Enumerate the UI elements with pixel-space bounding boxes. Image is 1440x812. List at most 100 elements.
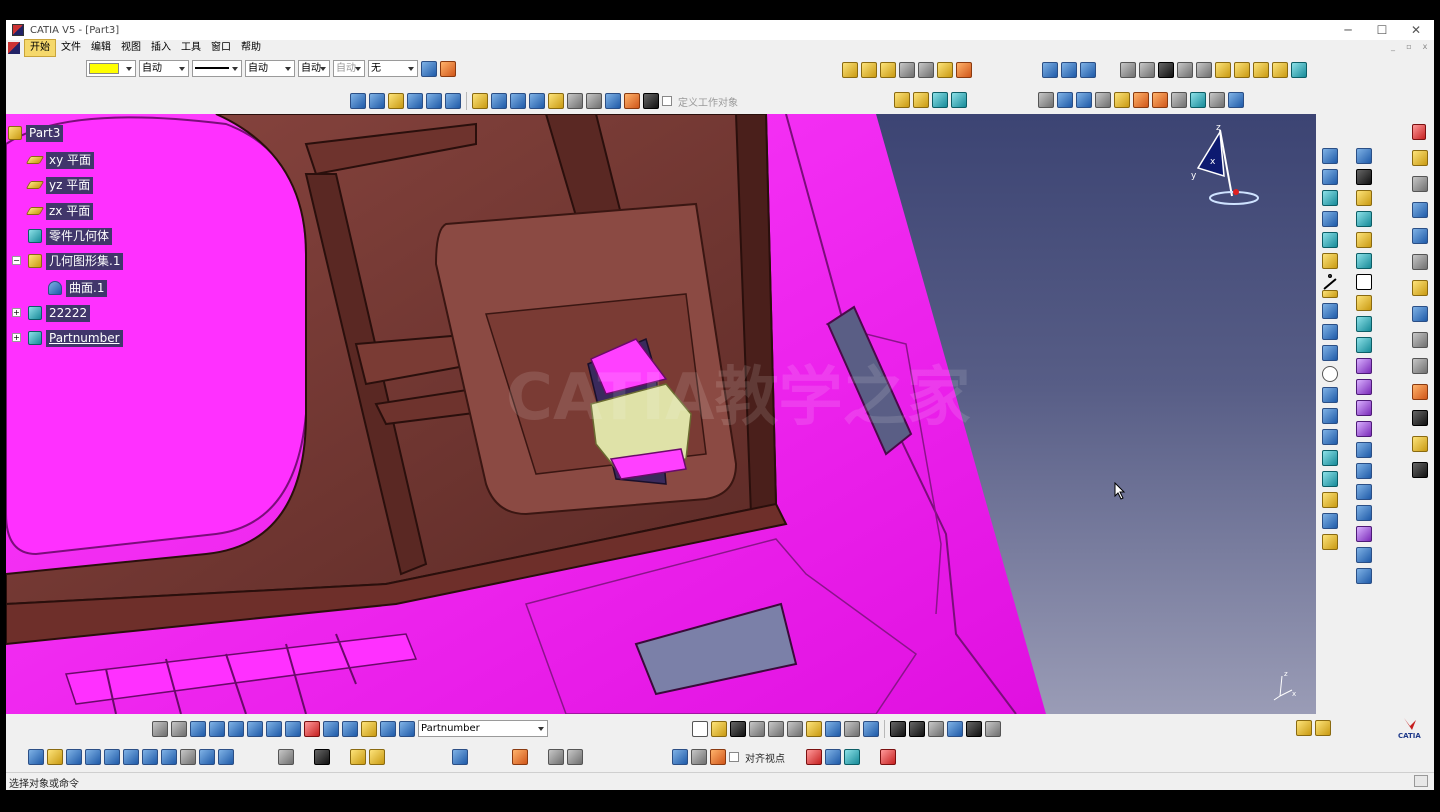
paste-icon[interactable] xyxy=(806,721,822,737)
network-icon[interactable] xyxy=(844,749,860,765)
compass[interactable]: z x y xyxy=(1182,120,1262,206)
thickness-icon[interactable] xyxy=(548,93,564,109)
point-combo[interactable]: 自动 xyxy=(298,60,330,77)
planes-between-icon[interactable] xyxy=(932,92,948,108)
list-icon[interactable] xyxy=(380,720,396,737)
constraint-icon[interactable] xyxy=(304,720,320,737)
fillet-icon[interactable] xyxy=(1253,62,1269,78)
features-icon[interactable] xyxy=(1114,92,1130,108)
spline-icon[interactable] xyxy=(445,93,461,109)
extract-icon[interactable] xyxy=(1234,62,1250,78)
cube-icon[interactable] xyxy=(1209,92,1225,108)
work-object-checkbox[interactable] xyxy=(662,96,672,106)
box-icon[interactable] xyxy=(266,720,282,737)
boundary-surface-icon[interactable] xyxy=(1356,400,1372,416)
tree-node-zx[interactable]: zx 平面 xyxy=(25,202,94,220)
settings-tool-icon[interactable] xyxy=(1412,410,1428,426)
trim-surface-icon[interactable] xyxy=(1356,379,1372,395)
spiral-icon[interactable] xyxy=(1322,387,1338,403)
sphere-icon[interactable] xyxy=(880,62,896,78)
undo-view-icon[interactable] xyxy=(152,720,168,737)
pan-icon[interactable] xyxy=(66,749,82,765)
multi-section-icon[interactable] xyxy=(472,93,488,109)
transparency-combo[interactable]: 自动 xyxy=(139,60,189,77)
axis-icon[interactable] xyxy=(190,720,206,737)
circle-outline-icon[interactable] xyxy=(1322,366,1338,382)
zoom-out-icon[interactable] xyxy=(123,749,139,765)
sketch-analysis-icon[interactable] xyxy=(1412,176,1428,192)
pdf-icon[interactable] xyxy=(1412,124,1426,140)
measure-between-icon[interactable] xyxy=(452,749,468,765)
compare-icon[interactable] xyxy=(548,749,564,765)
tree-node-partbody[interactable]: 零件几何体 xyxy=(28,227,113,245)
fill-surface-icon[interactable] xyxy=(1356,274,1372,290)
fillet-surface-icon[interactable] xyxy=(1356,442,1372,458)
rules-icon[interactable] xyxy=(1152,92,1168,108)
hand-icon[interactable] xyxy=(1412,384,1428,400)
collapse-toggle[interactable]: − xyxy=(12,256,21,265)
hide-show-icon[interactable] xyxy=(624,93,640,109)
expand-toggle[interactable]: + xyxy=(12,308,21,317)
plane-tool-icon[interactable] xyxy=(388,93,404,109)
new-icon[interactable] xyxy=(692,721,708,737)
connect-analysis-icon[interactable] xyxy=(1412,280,1428,296)
menu-help[interactable]: 帮助 xyxy=(236,40,266,56)
branch-icon[interactable] xyxy=(342,720,358,737)
object-repetition-icon[interactable] xyxy=(894,92,910,108)
workbench-icon[interactable] xyxy=(1412,150,1428,166)
fill-color-combo[interactable] xyxy=(86,60,136,77)
dotted-analysis-icon[interactable] xyxy=(1412,254,1428,270)
projection-tool-icon[interactable] xyxy=(1322,303,1338,319)
tree-node-22222[interactable]: 22222 xyxy=(28,304,91,322)
fill-icon[interactable] xyxy=(956,62,972,78)
inertia-icon[interactable] xyxy=(586,93,602,109)
circle-tool-icon[interactable] xyxy=(1322,253,1338,269)
blend-icon[interactable] xyxy=(529,93,545,109)
thickness-combo[interactable]: 自动 xyxy=(245,60,295,77)
menu-start[interactable]: 开始 xyxy=(24,39,56,57)
cylinder-icon[interactable] xyxy=(899,62,915,78)
point-symbol-combo[interactable]: 自动 xyxy=(333,60,365,77)
sphere-surface-icon[interactable] xyxy=(1356,190,1372,206)
maximize-button[interactable]: ☐ xyxy=(1365,20,1399,40)
design-table-icon[interactable] xyxy=(947,721,963,737)
revolve-icon[interactable] xyxy=(861,62,877,78)
camera-icon[interactable] xyxy=(314,749,330,765)
point-tool-icon[interactable] xyxy=(1322,148,1338,164)
blend-surface-icon[interactable] xyxy=(1356,316,1372,332)
sweep-surface-icon[interactable] xyxy=(1356,253,1372,269)
tools-icon[interactable] xyxy=(643,93,659,109)
menu-window[interactable]: 窗口 xyxy=(206,40,236,56)
grid-surface-icon[interactable] xyxy=(1322,408,1338,424)
reflect-icon[interactable] xyxy=(1322,345,1338,361)
gear-tool-icon[interactable] xyxy=(605,93,621,109)
curve-icon[interactable] xyxy=(510,93,526,109)
formula-icon[interactable] xyxy=(890,721,906,737)
connect-icon[interactable] xyxy=(1322,492,1338,508)
cross-move-icon[interactable] xyxy=(1412,462,1428,478)
doc-restore-button[interactable]: ▫ xyxy=(1402,42,1416,54)
axis-to-axis-icon[interactable] xyxy=(1356,568,1372,584)
plane-create-icon[interactable] xyxy=(1322,190,1338,206)
paint-tool-icon[interactable] xyxy=(1412,358,1428,374)
capture-icon[interactable] xyxy=(691,749,707,765)
measure-icon[interactable] xyxy=(567,93,583,109)
boundary-icon[interactable] xyxy=(1215,62,1231,78)
apply-material-icon[interactable] xyxy=(806,749,822,765)
fit-icon[interactable] xyxy=(285,720,301,737)
join-icon[interactable] xyxy=(1120,62,1136,78)
point-icon[interactable] xyxy=(350,93,366,109)
helix-icon[interactable] xyxy=(1322,450,1338,466)
spline-tool-icon[interactable] xyxy=(1322,429,1338,445)
catalog-save-icon[interactable] xyxy=(1315,720,1331,736)
search-icon[interactable] xyxy=(361,720,377,737)
knowledge-icon[interactable] xyxy=(985,721,1001,737)
sweep-icon[interactable] xyxy=(937,62,953,78)
document-icon[interactable] xyxy=(8,42,20,54)
hierarchy-icon[interactable] xyxy=(323,720,339,737)
translate-icon[interactable] xyxy=(1272,62,1288,78)
multisection-surface-icon[interactable] xyxy=(1356,295,1372,311)
menu-tools[interactable]: 工具 xyxy=(176,40,206,56)
expand-toggle[interactable]: + xyxy=(12,333,21,342)
tap-icon[interactable] xyxy=(1412,332,1428,348)
